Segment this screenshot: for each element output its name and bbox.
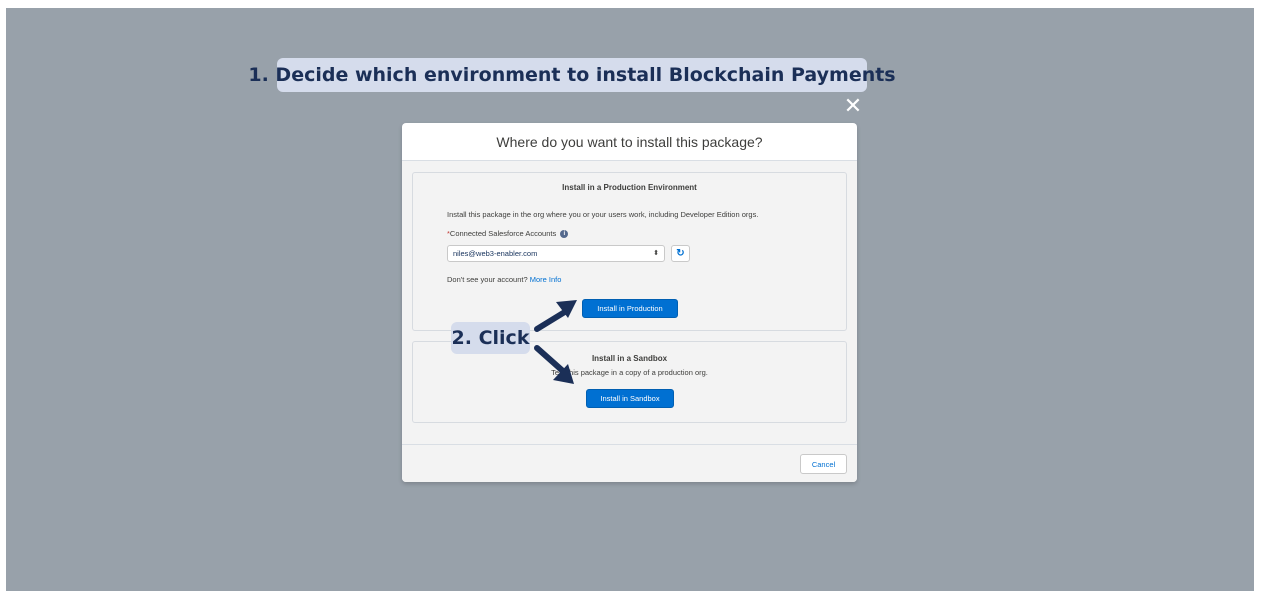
close-icon[interactable]: ✕ bbox=[843, 95, 863, 117]
more-info-link[interactable]: More Info bbox=[530, 275, 562, 284]
missing-account-prompt: Don't see your account? bbox=[447, 275, 528, 284]
production-card: Install in a Production Environment Inst… bbox=[412, 172, 847, 331]
accounts-label: *Connected Salesforce Accounts i bbox=[447, 229, 569, 239]
install-in-production-button[interactable]: Install in Production bbox=[582, 299, 678, 318]
modal-footer: Cancel bbox=[402, 444, 857, 482]
selected-account: niles@web3-enabler.com bbox=[453, 249, 538, 258]
modal-title: Where do you want to install this packag… bbox=[402, 123, 857, 161]
cancel-button[interactable]: Cancel bbox=[800, 454, 847, 474]
missing-account-text: Don't see your account? More Info bbox=[447, 275, 561, 284]
modal-body: Install in a Production Environment Inst… bbox=[402, 161, 857, 444]
sandbox-card-title: Install in a Sandbox bbox=[591, 354, 668, 363]
refresh-icon[interactable]: ↻ bbox=[671, 245, 690, 262]
select-arrows-icon: ⬍ bbox=[653, 250, 659, 257]
step-1-annotation: 1. Decide which environment to install B… bbox=[248, 58, 896, 92]
install-in-sandbox-button[interactable]: Install in Sandbox bbox=[586, 389, 674, 408]
connected-account-select[interactable]: niles@web3-enabler.com ⬍ bbox=[447, 245, 665, 262]
info-icon[interactable]: i bbox=[560, 230, 569, 239]
step-2-annotation: 2. Click bbox=[451, 322, 530, 354]
accounts-label-text: Connected Salesforce Accounts bbox=[449, 229, 557, 238]
production-card-title: Install in a Production Environment bbox=[562, 183, 697, 192]
production-description: Install this package in the org where yo… bbox=[447, 210, 759, 219]
install-package-modal: Where do you want to install this packag… bbox=[402, 123, 857, 482]
sandbox-description: Test this package in a copy of a product… bbox=[551, 368, 708, 377]
